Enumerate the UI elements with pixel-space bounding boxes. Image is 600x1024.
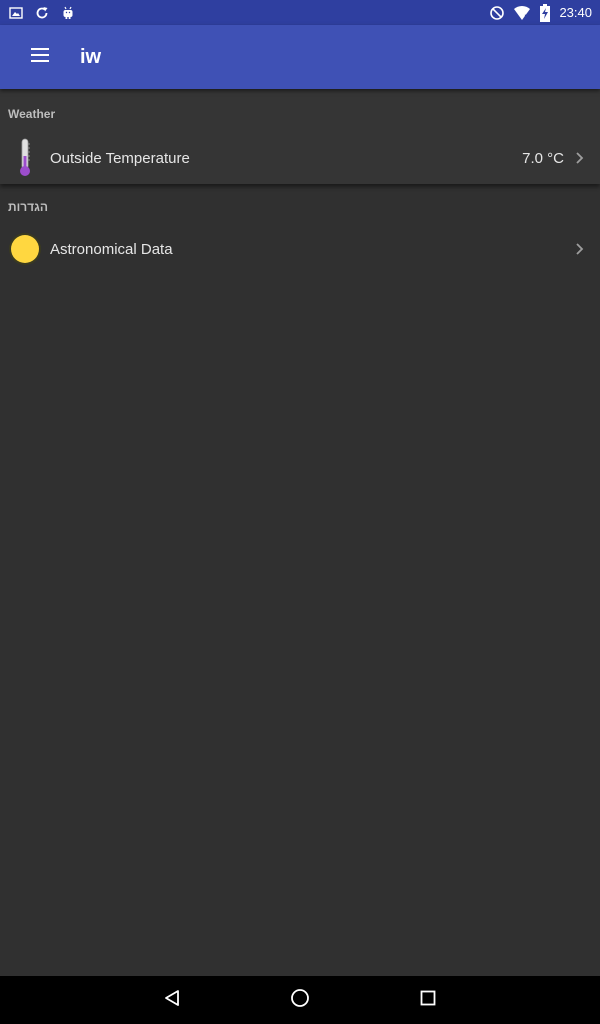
menu-icon <box>31 47 49 67</box>
thermometer-icon <box>8 138 42 178</box>
menu-button[interactable] <box>0 25 80 89</box>
android-icon <box>60 5 76 21</box>
recents-button[interactable] <box>364 976 492 1024</box>
status-time: 23:40 <box>559 5 592 20</box>
navigation-bar <box>0 976 600 1024</box>
do-not-disturb-icon <box>489 5 505 21</box>
status-bar: ! 23:40 <box>0 0 600 25</box>
settings-section: הגדרות Astronomical Data <box>0 184 600 274</box>
home-icon <box>290 988 310 1013</box>
outside-temperature-value: 7.0 °C <box>522 149 564 167</box>
weather-section: Weather Outside Temperature 7.0 °C <box>0 89 600 184</box>
content: Weather Outside Temperature 7.0 °C הגדרו… <box>0 89 600 976</box>
weather-section-header: Weather <box>8 107 56 121</box>
app-bar: iw <box>0 25 600 89</box>
refresh-icon <box>34 5 50 21</box>
outside-temperature-label: Outside Temperature <box>50 149 190 167</box>
back-button[interactable] <box>108 976 236 1024</box>
wifi-icon: ! <box>513 5 531 21</box>
image-icon <box>8 5 24 21</box>
astronomical-data-row[interactable]: Astronomical Data <box>0 224 600 274</box>
chevron-right-icon <box>576 152 584 164</box>
svg-text:!: ! <box>524 14 526 21</box>
back-icon <box>163 989 181 1012</box>
app-title: iw <box>80 45 102 68</box>
outside-temperature-row[interactable]: Outside Temperature 7.0 °C <box>0 133 600 183</box>
astronomical-data-label: Astronomical Data <box>50 240 173 258</box>
status-left-icons <box>8 5 76 21</box>
battery-charging-icon <box>539 3 551 22</box>
settings-section-header: הגדרות <box>8 200 48 214</box>
sun-icon <box>8 229 42 269</box>
status-right-icons: ! 23:40 <box>489 3 592 22</box>
home-button[interactable] <box>236 976 364 1024</box>
chevron-right-icon <box>576 243 584 255</box>
recents-icon <box>420 990 436 1011</box>
